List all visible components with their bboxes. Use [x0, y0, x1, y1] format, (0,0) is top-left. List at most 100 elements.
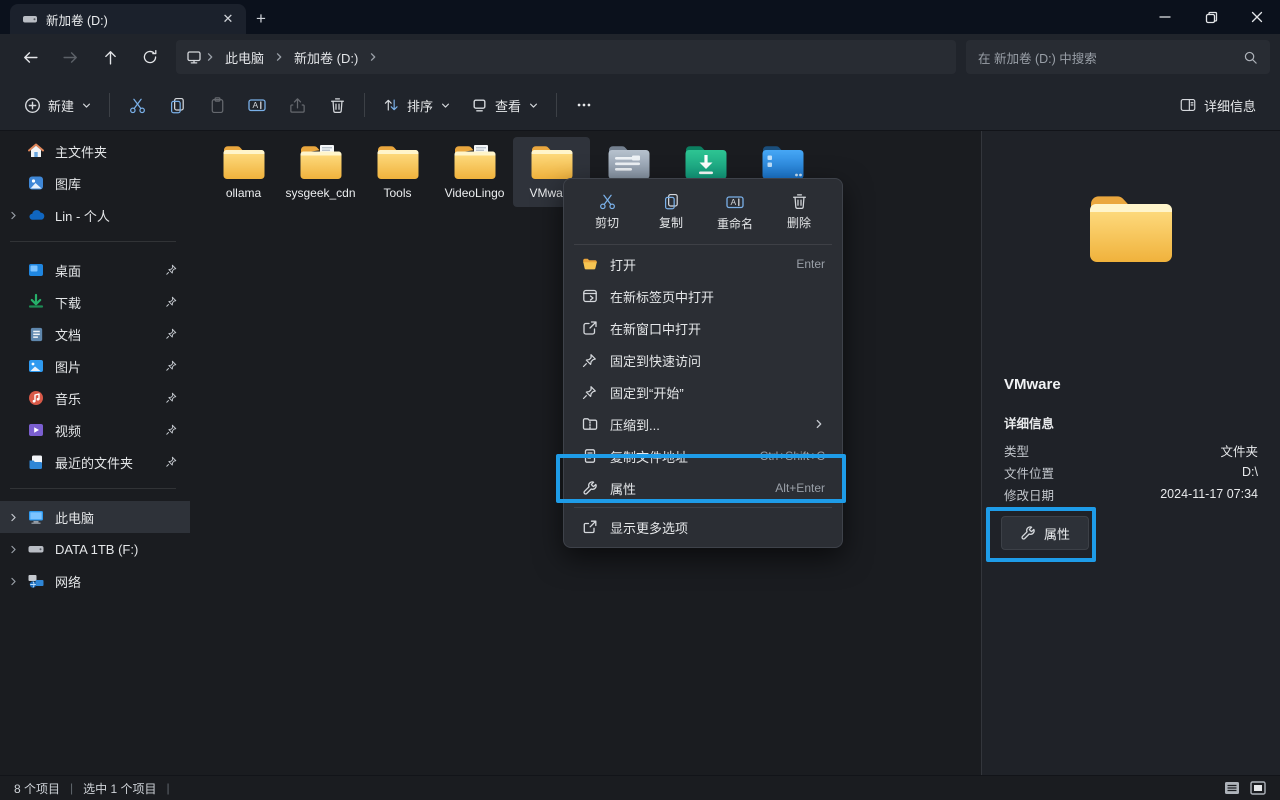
onedrive-icon	[26, 206, 46, 225]
breadcrumb-this-pc[interactable]: 此电脑	[218, 45, 271, 70]
ellipsis-icon	[575, 96, 593, 114]
pin-icon	[160, 424, 182, 436]
sidebar-item-desktop[interactable]: 桌面	[0, 254, 190, 286]
sidebar-item-label: DATA 1TB (F:)	[55, 542, 182, 557]
new-button[interactable]: 新建	[14, 88, 102, 122]
hard-drive-icon	[26, 540, 46, 558]
videos-icon	[26, 421, 46, 439]
menu-item-compress[interactable]: 压缩到...	[568, 408, 838, 440]
search-icon	[1243, 50, 1258, 65]
menu-item-copy-path[interactable]: 复制文件地址 Ctrl+Shift+C	[568, 440, 838, 472]
sidebar-item-pictures[interactable]: 图片	[0, 350, 190, 382]
share-button[interactable]	[277, 88, 317, 122]
context-cut-button[interactable]: 剪切	[580, 188, 634, 236]
sidebar-item-recent-folders[interactable]: 最近的文件夹	[0, 446, 190, 478]
minimize-button[interactable]	[1142, 0, 1188, 34]
sort-button[interactable]: 排序	[372, 88, 461, 122]
navigation-sidebar: 主文件夹 图库 Lin - 个人	[0, 131, 190, 775]
sidebar-item-documents[interactable]: 文档	[0, 318, 190, 350]
menu-item-label: 固定到快速访问	[610, 351, 701, 370]
sidebar-item-gallery[interactable]: 图库	[0, 167, 190, 199]
menu-item-open-new-tab[interactable]: 在新标签页中打开	[568, 280, 838, 312]
toolbar-separator	[556, 93, 557, 117]
sidebar-item-drive-f[interactable]: DATA 1TB (F:)	[0, 533, 190, 565]
trash-icon	[790, 192, 809, 211]
wrench-icon	[1020, 525, 1036, 541]
context-rename-button[interactable]: A 重命名	[708, 188, 762, 236]
folder-tile-videolingo[interactable]: VideoLingo	[436, 137, 513, 207]
restore-button[interactable]	[1188, 0, 1234, 34]
folder-tile-ollama[interactable]: ollama	[205, 137, 282, 207]
copy-path-icon	[581, 448, 598, 464]
details-pane: VMware 详细信息 类型 文件夹 文件位置 D:\ 修改日期 2024-11…	[982, 131, 1280, 775]
breadcrumb-drive[interactable]: 新加卷 (D:)	[287, 45, 365, 70]
chevron-right-icon[interactable]	[0, 512, 26, 523]
details-view-icon[interactable]	[1224, 781, 1240, 795]
view-button[interactable]: 查看	[461, 88, 549, 122]
delete-button[interactable]	[317, 88, 357, 122]
sidebar-divider	[10, 241, 176, 242]
large-icons-view-icon[interactable]	[1250, 781, 1266, 795]
up-button[interactable]	[90, 40, 130, 74]
detail-label: 类型	[1004, 441, 1029, 460]
command-label: 重命名	[717, 215, 753, 232]
open-new-window-icon	[581, 320, 598, 336]
sidebar-item-label: 音乐	[55, 389, 160, 408]
search-placeholder: 在 新加卷 (D:) 中搜索	[978, 48, 1097, 67]
chevron-right-icon[interactable]	[0, 576, 26, 587]
sidebar-item-label: 桌面	[55, 261, 160, 280]
close-button[interactable]	[1234, 0, 1280, 34]
folder-icon	[220, 142, 268, 182]
view-icon	[471, 97, 488, 114]
menu-item-pin-quick-access[interactable]: 固定到快速访问	[568, 344, 838, 376]
folder-with-documents-icon	[297, 142, 345, 182]
pin-icon	[160, 328, 182, 340]
properties-button[interactable]: 属性	[1001, 516, 1089, 550]
details-toggle-label: 详细信息	[1204, 96, 1256, 115]
paste-button[interactable]	[197, 88, 237, 122]
plus-circle-icon	[24, 97, 41, 114]
menu-item-show-more-options[interactable]: 显示更多选项	[568, 511, 838, 543]
new-tab-button[interactable]: +	[246, 4, 276, 34]
pictures-icon	[26, 357, 46, 375]
context-copy-button[interactable]: 复制	[644, 188, 698, 236]
selected-count: 选中 1 个项目	[83, 780, 156, 797]
context-delete-button[interactable]: 删除	[772, 188, 826, 236]
search-input[interactable]: 在 新加卷 (D:) 中搜索	[966, 40, 1270, 74]
copy-button[interactable]	[157, 88, 197, 122]
menu-item-properties[interactable]: 属性 Alt+Enter	[568, 472, 838, 504]
refresh-button[interactable]	[130, 40, 170, 74]
detail-label: 修改日期	[1004, 485, 1054, 504]
wrench-icon	[581, 480, 598, 496]
detail-label: 文件位置	[1004, 463, 1054, 482]
sidebar-item-music[interactable]: 音乐	[0, 382, 190, 414]
pin-icon	[160, 392, 182, 404]
folder-tile-sysgeek-cdn[interactable]: sysgeek_cdn	[282, 137, 359, 207]
sidebar-item-downloads[interactable]: 下载	[0, 286, 190, 318]
cut-button[interactable]	[117, 88, 157, 122]
sidebar-item-label: 最近的文件夹	[55, 453, 160, 472]
menu-shortcut: Enter	[796, 257, 825, 271]
rename-button[interactable]: A	[237, 88, 277, 122]
more-options-button[interactable]	[564, 88, 604, 122]
chevron-right-icon[interactable]	[0, 210, 26, 221]
sidebar-item-network[interactable]: 网络	[0, 565, 190, 597]
details-pane-toggle[interactable]: 详细信息	[1169, 88, 1266, 122]
chevron-right-icon[interactable]	[0, 544, 26, 555]
sidebar-item-this-pc[interactable]: 此电脑	[0, 501, 190, 533]
menu-item-open-new-window[interactable]: 在新窗口中打开	[568, 312, 838, 344]
sidebar-item-videos[interactable]: 视频	[0, 414, 190, 446]
zip-folder-icon	[581, 416, 598, 432]
trash-icon	[328, 96, 347, 115]
explorer-tab[interactable]: 新加卷 (D:) ✕	[10, 4, 246, 34]
sidebar-item-home[interactable]: 主文件夹	[0, 135, 190, 167]
tab-close-icon[interactable]: ✕	[216, 7, 240, 31]
forward-button[interactable]	[50, 40, 90, 74]
back-button[interactable]	[10, 40, 50, 74]
menu-item-pin-to-start[interactable]: 固定到“开始”	[568, 376, 838, 408]
sidebar-item-onedrive[interactable]: Lin - 个人	[0, 199, 190, 231]
breadcrumb[interactable]: 此电脑 新加卷 (D:)	[176, 40, 956, 74]
menu-item-open[interactable]: 打开 Enter	[568, 248, 838, 280]
chevron-down-icon	[81, 100, 92, 111]
folder-tile-tools[interactable]: Tools	[359, 137, 436, 207]
